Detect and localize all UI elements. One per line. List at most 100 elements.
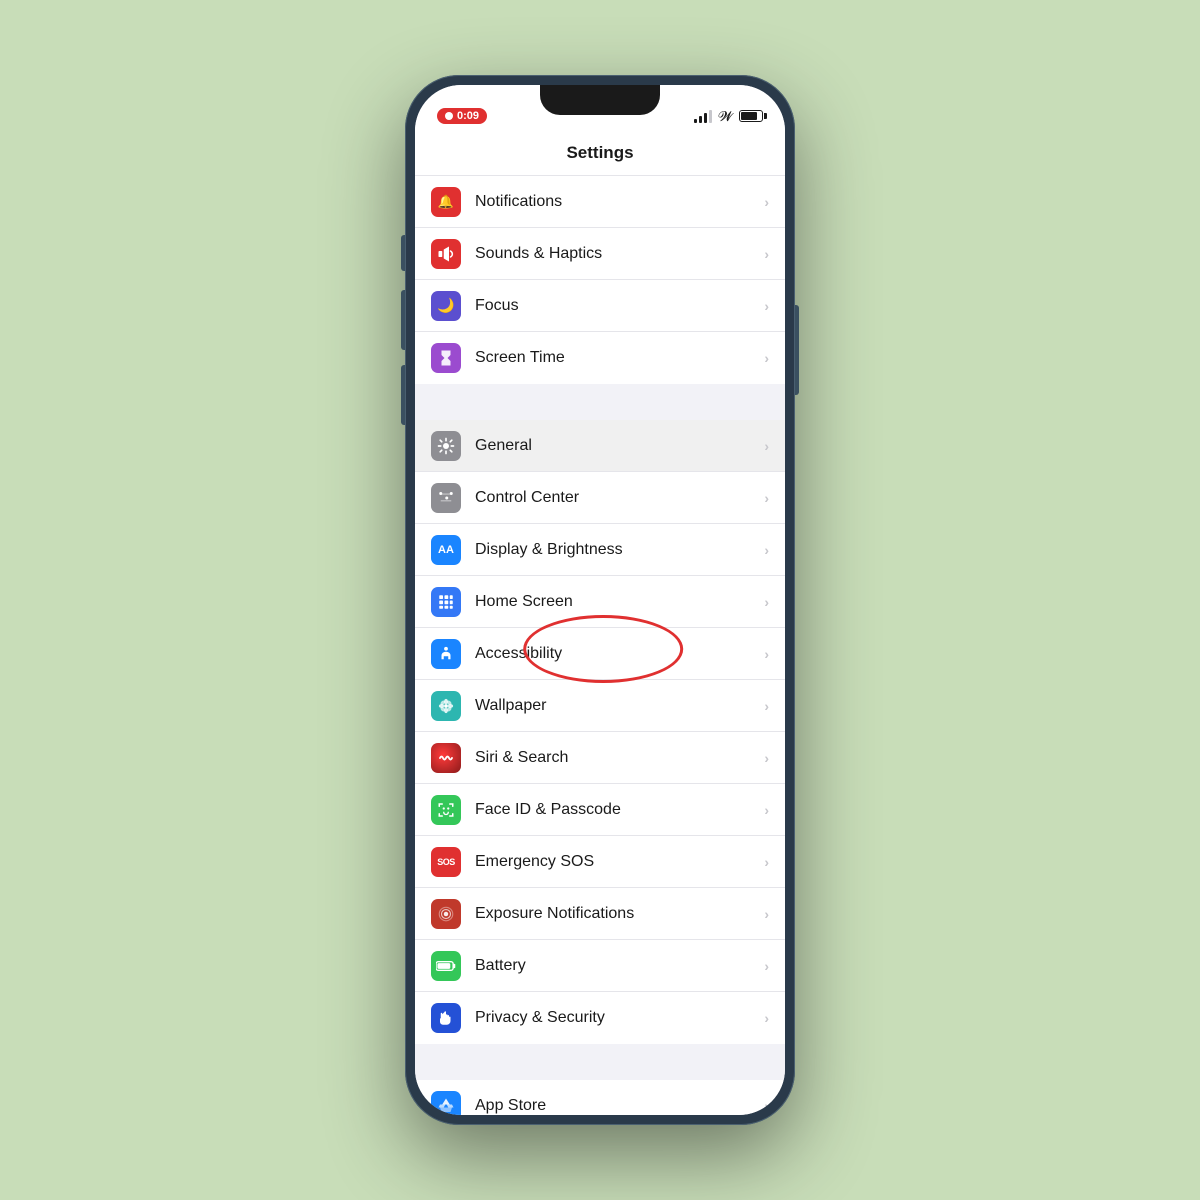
- status-left: 0:09: [437, 108, 487, 124]
- page-title: Settings: [566, 143, 633, 162]
- exposure-icon: [431, 899, 461, 929]
- section-divider-2: [415, 1044, 785, 1080]
- screen-time-icon: [431, 343, 461, 373]
- signal-bar-4: [709, 110, 712, 123]
- notifications-chevron: ›: [764, 194, 769, 210]
- screen-time-label: Screen Time: [475, 349, 764, 367]
- signal-bars: [694, 109, 712, 123]
- settings-item-emergency-sos[interactable]: SOS Emergency SOS ›: [415, 836, 785, 888]
- settings-item-general[interactable]: General ›: [415, 420, 785, 472]
- signal-bar-2: [699, 116, 702, 123]
- power-button[interactable]: [795, 305, 799, 395]
- display-chevron: ›: [764, 542, 769, 558]
- display-label: Display & Brightness: [475, 541, 764, 559]
- settings-item-accessibility[interactable]: Accessibility ›: [415, 628, 785, 680]
- accessibility-chevron: ›: [764, 646, 769, 662]
- privacy-chevron: ›: [764, 1010, 769, 1026]
- home-screen-chevron: ›: [764, 594, 769, 610]
- volume-down-button[interactable]: [401, 365, 405, 425]
- wallpaper-chevron: ›: [764, 698, 769, 714]
- sos-text: SOS: [437, 857, 455, 867]
- notch: [540, 85, 660, 115]
- status-right: 𝓦: [694, 108, 763, 125]
- emergency-sos-chevron: ›: [764, 854, 769, 870]
- exposure-chevron: ›: [764, 906, 769, 922]
- siri-icon: [431, 743, 461, 773]
- notifications-icon: 🔔: [431, 187, 461, 217]
- settings-item-notifications[interactable]: 🔔 Notifications ›: [415, 176, 785, 228]
- siri-chevron: ›: [764, 750, 769, 766]
- face-scan-icon: [437, 801, 455, 819]
- gear-icon: [437, 437, 455, 455]
- settings-item-siri[interactable]: Siri & Search ›: [415, 732, 785, 784]
- face-id-label: Face ID & Passcode: [475, 801, 764, 819]
- status-bar: 0:09 𝓦: [415, 85, 785, 135]
- settings-list-3: App Store ›: [415, 1080, 785, 1115]
- settings-list-2: General ›: [415, 420, 785, 1044]
- settings-item-sounds[interactable]: Sounds & Haptics ›: [415, 228, 785, 280]
- home-screen-icon: [431, 587, 461, 617]
- section-divider-1: [415, 384, 785, 420]
- exposure-label: Exposure Notifications: [475, 905, 764, 923]
- signal-bar-1: [694, 119, 697, 123]
- settings-item-face-id[interactable]: Face ID & Passcode ›: [415, 784, 785, 836]
- settings-header: Settings: [415, 135, 785, 176]
- control-center-chevron: ›: [764, 490, 769, 506]
- signal-bar-3: [704, 113, 707, 123]
- battery-settings-icon: [431, 951, 461, 981]
- settings-item-home-screen[interactable]: Home Screen ›: [415, 576, 785, 628]
- settings-item-screen-time[interactable]: Screen Time ›: [415, 332, 785, 384]
- flower-icon: [437, 697, 455, 715]
- wallpaper-label: Wallpaper: [475, 697, 764, 715]
- home-screen-label: Home Screen: [475, 593, 764, 611]
- phone-container: 0:09 𝓦 Settings: [405, 75, 795, 1125]
- home-grid-icon: [437, 593, 455, 611]
- wifi-icon: 𝓦: [718, 108, 733, 125]
- sounds-label: Sounds & Haptics: [475, 245, 764, 263]
- face-id-chevron: ›: [764, 802, 769, 818]
- sounds-chevron: ›: [764, 246, 769, 262]
- rec-dot: [445, 112, 453, 120]
- focus-label: Focus: [475, 297, 764, 315]
- section-2: General ›: [415, 420, 785, 1044]
- section-1: 🔔 Notifications ›: [415, 176, 785, 384]
- settings-item-display[interactable]: AA Display & Brightness ›: [415, 524, 785, 576]
- app-store-symbol: [437, 1097, 455, 1115]
- hourglass-icon: [437, 349, 455, 367]
- exposure-notif-icon: [437, 905, 455, 923]
- display-icon-symbol: AA: [438, 544, 454, 556]
- battery-icon: [739, 110, 763, 122]
- settings-item-exposure[interactable]: Exposure Notifications ›: [415, 888, 785, 940]
- screen-time-chevron: ›: [764, 350, 769, 366]
- mute-button[interactable]: [401, 235, 405, 271]
- settings-scroll[interactable]: 🔔 Notifications ›: [415, 176, 785, 1115]
- control-center-label: Control Center: [475, 489, 764, 507]
- general-label: General: [475, 437, 764, 455]
- settings-item-battery[interactable]: Battery ›: [415, 940, 785, 992]
- accessibility-person-icon: [437, 645, 455, 663]
- focus-chevron: ›: [764, 298, 769, 314]
- battery-settings-symbol: [436, 960, 456, 972]
- volume-up-button[interactable]: [401, 290, 405, 350]
- hand-icon: [437, 1009, 455, 1027]
- settings-item-privacy[interactable]: Privacy & Security ›: [415, 992, 785, 1044]
- settings-item-focus[interactable]: 🌙 Focus ›: [415, 280, 785, 332]
- battery-chevron: ›: [764, 958, 769, 974]
- general-chevron: ›: [764, 438, 769, 454]
- recording-time: 0:09: [457, 110, 479, 122]
- settings-item-wallpaper[interactable]: Wallpaper ›: [415, 680, 785, 732]
- wallpaper-icon: [431, 691, 461, 721]
- settings-item-control-center[interactable]: Control Center ›: [415, 472, 785, 524]
- sounds-icon: [431, 239, 461, 269]
- siri-wave-icon: [437, 749, 455, 767]
- app-store-icon: [431, 1091, 461, 1115]
- control-center-icon: [431, 483, 461, 513]
- privacy-label: Privacy & Security: [475, 1009, 764, 1027]
- phone-screen: 0:09 𝓦 Settings: [415, 85, 785, 1115]
- settings-item-app-store[interactable]: App Store ›: [415, 1080, 785, 1115]
- accessibility-icon: [431, 639, 461, 669]
- emergency-sos-icon: SOS: [431, 847, 461, 877]
- battery-fill: [741, 112, 757, 120]
- app-store-label: App Store: [475, 1097, 764, 1115]
- recording-indicator: 0:09: [437, 108, 487, 124]
